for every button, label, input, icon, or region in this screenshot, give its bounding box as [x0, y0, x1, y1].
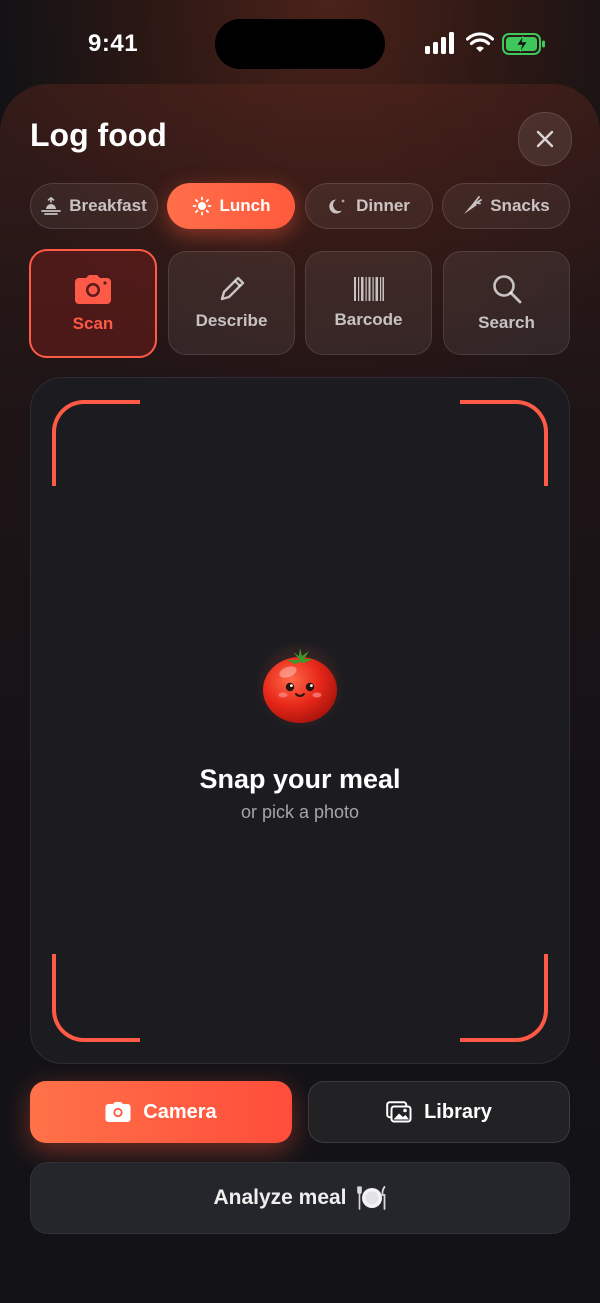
- close-button[interactable]: [518, 112, 572, 166]
- meal-tab-label: Breakfast: [69, 196, 147, 215]
- viewfinder-corner-bottom-left: [52, 954, 140, 1042]
- pencil-icon: [220, 276, 244, 301]
- mode-barcode[interactable]: Barcode: [305, 251, 432, 355]
- tomato-icon: [263, 648, 337, 723]
- camera-icon: [75, 274, 111, 304]
- status-bar: 9:41: [0, 0, 600, 88]
- viewfinder-corner-top-left: [52, 400, 140, 486]
- sunrise-icon: [41, 197, 62, 215]
- library-button-label: Library: [424, 1100, 492, 1123]
- sun-icon: [192, 196, 211, 216]
- meal-tab-label: Dinner: [356, 196, 410, 215]
- meal-tab-dinner[interactable]: Dinner: [305, 183, 433, 229]
- photo-library-icon: [386, 1101, 412, 1123]
- camera-icon: [105, 1102, 131, 1122]
- analyze-button-label: Analyze meal: [213, 1186, 347, 1209]
- viewfinder-corner-bottom-right: [460, 954, 548, 1042]
- battery-icon: [502, 33, 545, 55]
- meal-tab-breakfast[interactable]: Breakfast: [30, 183, 158, 229]
- camera-button[interactable]: Camera: [30, 1081, 292, 1143]
- meal-tab-label: Lunch: [219, 196, 271, 215]
- mode-search[interactable]: Search: [443, 251, 570, 355]
- viewfinder-title: Snap your meal: [199, 764, 401, 794]
- wifi-icon: [466, 32, 494, 52]
- camera-button-label: Camera: [143, 1100, 217, 1123]
- meal-tab-label: Snacks: [490, 196, 550, 215]
- mode-label: Barcode: [334, 310, 403, 329]
- library-button[interactable]: Library: [308, 1081, 570, 1143]
- page-title: Log food: [30, 117, 167, 153]
- viewfinder-subtitle: or pick a photo: [240, 802, 360, 822]
- mode-describe[interactable]: Describe: [168, 251, 295, 355]
- plate-icon: [356, 1186, 385, 1210]
- moon-icon: [329, 199, 346, 214]
- barcode-icon: [353, 277, 384, 301]
- close-icon: [536, 130, 554, 148]
- meal-tab-lunch[interactable]: Lunch: [167, 183, 295, 229]
- dynamic-island: [215, 19, 385, 69]
- mode-scan[interactable]: Scan: [29, 249, 157, 358]
- analyze-meal-button[interactable]: Analyze meal: [30, 1162, 570, 1234]
- status-time: 9:41: [88, 30, 139, 57]
- carrot-icon: [464, 196, 483, 214]
- meal-tab-snacks[interactable]: Snacks: [442, 183, 570, 229]
- signal-icon: [425, 32, 454, 54]
- viewfinder-corner-top-right: [460, 400, 548, 486]
- search-icon: [492, 275, 521, 304]
- mode-label: Describe: [195, 311, 268, 330]
- mode-label: Scan: [72, 313, 114, 333]
- tomato-mascot: [255, 640, 345, 730]
- mode-label: Search: [478, 313, 535, 332]
